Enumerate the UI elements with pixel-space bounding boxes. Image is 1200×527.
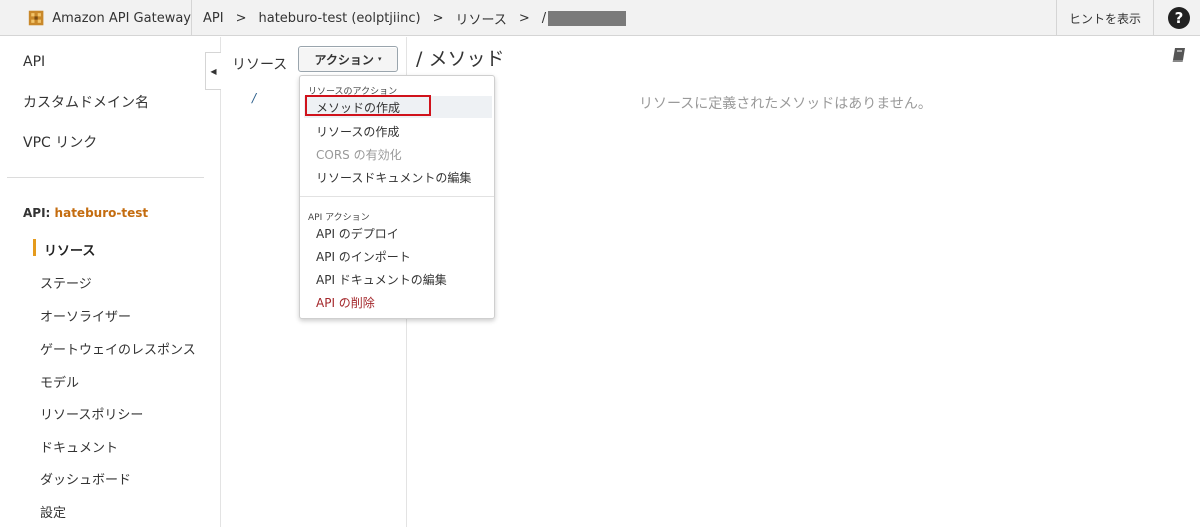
help-icon[interactable]: ? xyxy=(1168,7,1190,29)
brand-name: Amazon API Gateway xyxy=(52,10,191,26)
menu-create-resource[interactable]: リソースの作成 xyxy=(304,120,492,142)
menu-create-method[interactable]: メソッドの作成 xyxy=(304,96,492,118)
breadcrumb-separator: > xyxy=(518,10,530,26)
breadcrumb-separator: > xyxy=(432,10,444,26)
breadcrumb-resources[interactable]: リソース xyxy=(456,9,507,28)
resource-root[interactable]: / xyxy=(252,91,256,105)
brand[interactable]: Amazon API Gateway xyxy=(0,0,192,36)
collapse-nav-icon[interactable]: ◀ xyxy=(205,52,221,90)
nav-item-gateway-responses[interactable]: ゲートウェイのレスポンス xyxy=(40,339,196,358)
api-gateway-logo-icon xyxy=(28,10,44,26)
menu-divider xyxy=(300,196,494,197)
actions-dropdown-button[interactable]: アクション ▾ xyxy=(298,46,398,72)
nav-item-settings[interactable]: 設定 xyxy=(40,502,66,521)
nav-item-models[interactable]: モデル xyxy=(40,372,79,391)
api-prefix: API: xyxy=(23,206,51,220)
nav-item-dashboard[interactable]: ダッシュボード xyxy=(40,469,131,488)
nav-item-stages[interactable]: ステージ xyxy=(40,273,92,292)
menu-edit-resource-docs[interactable]: リソースドキュメントの編集 xyxy=(304,166,492,188)
breadcrumb-root[interactable]: / xyxy=(542,11,546,26)
nav-item-resource-policy[interactable]: リソースポリシー xyxy=(40,404,143,423)
api-context: API: hateburo-test xyxy=(23,206,148,220)
menu-delete-api[interactable]: API の削除 xyxy=(304,291,492,313)
menu-edit-api-docs[interactable]: API ドキュメントの編集 xyxy=(304,268,492,290)
breadcrumb: API > hateburo-test (eolptjiinc) > リソース … xyxy=(203,0,627,36)
menu-enable-cors[interactable]: CORS の有効化 xyxy=(304,143,492,165)
menu-deploy-api[interactable]: API のデプロイ xyxy=(304,222,492,244)
methods-title: / メソッド xyxy=(416,48,505,70)
api-name[interactable]: hateburo-test xyxy=(55,206,149,220)
menu-import-api[interactable]: API のインポート xyxy=(304,245,492,267)
documentation-book-icon[interactable] xyxy=(1172,47,1186,63)
breadcrumb-api[interactable]: API xyxy=(203,11,224,26)
active-indicator xyxy=(33,239,36,256)
breadcrumb-api-name[interactable]: hateburo-test (eolptjiinc) xyxy=(258,11,420,26)
nav-item-documentation[interactable]: ドキュメント xyxy=(40,437,118,456)
caret-down-icon: ▾ xyxy=(377,55,382,63)
actions-label: アクション xyxy=(314,52,374,67)
empty-methods-message: リソースに定義されたメソッドはありません。 xyxy=(639,96,932,112)
nav-divider xyxy=(7,177,204,178)
nav-item-api[interactable]: API xyxy=(23,54,45,70)
left-nav: API カスタムドメイン名 VPC リンク API: hateburo-test… xyxy=(0,37,221,527)
show-hints-button[interactable]: ヒントを表示 xyxy=(1056,0,1154,36)
actions-menu: リソースのアクション メソッドの作成 リソースの作成 CORS の有効化 リソー… xyxy=(299,75,495,319)
top-bar: Amazon API Gateway API > hateburo-test (… xyxy=(0,0,1200,36)
breadcrumb-separator: > xyxy=(235,10,247,26)
resources-label: リソース xyxy=(232,57,288,73)
redacted-block xyxy=(548,10,627,26)
nav-item-resources[interactable]: リソース xyxy=(44,240,95,259)
nav-item-authorizers[interactable]: オーソライザー xyxy=(40,306,131,325)
nav-item-custom-domain[interactable]: カスタムドメイン名 xyxy=(23,92,149,112)
nav-item-vpc-link[interactable]: VPC リンク xyxy=(23,132,97,152)
